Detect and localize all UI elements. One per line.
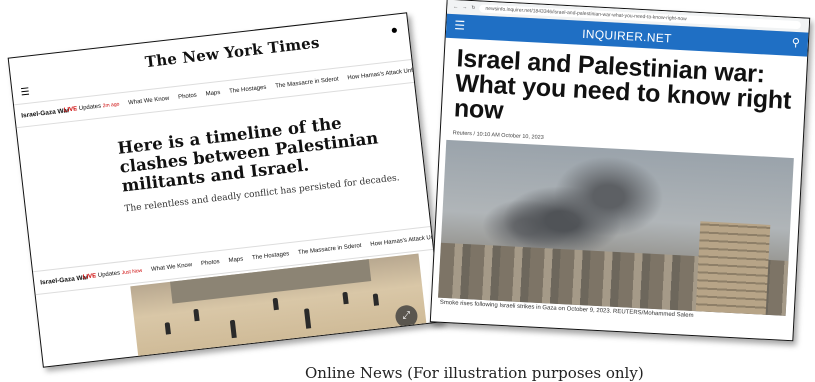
photo-figure [372, 293, 380, 306]
nav-item-maps[interactable]: Maps [228, 256, 243, 264]
live-updates-link[interactable]: LIVE Updates 2m ago [64, 101, 120, 113]
photo-figure [272, 297, 279, 311]
nav-item-massacre-sderot[interactable]: The Massacre in Sderot [275, 76, 339, 89]
nav-item-photos[interactable]: Photos [201, 259, 220, 267]
nav-item-what-we-know[interactable]: What We Know [151, 262, 193, 273]
updated-time: Just Now [121, 267, 143, 277]
search-icon[interactable]: ⚲ [792, 36, 801, 49]
inquirer-screenshot: ← → ↻ newsinfo.inquirer.net/1843346/isra… [429, 0, 811, 342]
nav-item-hamas-attack[interactable]: How Hamas's Attack Unfolded [347, 66, 428, 81]
inquirer-headline: Israel and Palestinian war: What you nee… [453, 44, 792, 125]
nav-item-hamas-attack[interactable]: How Hamas's Attack Unfolded [370, 233, 442, 248]
user-icon[interactable]: ● [390, 22, 399, 37]
live-badge: LIVE [63, 106, 78, 114]
photo-figure [193, 308, 200, 322]
nyt-screenshot: ☰ The New York Times ● Israel-Gaza War L… [7, 12, 443, 368]
back-icon[interactable]: ← [453, 4, 458, 10]
nav-item-what-we-know[interactable]: What We Know [128, 96, 170, 107]
photo-tower [695, 221, 771, 315]
illustration-caption: Online News (For illustration purposes o… [305, 364, 644, 382]
live-updates-link[interactable]: LIVE Updates Just Now [83, 268, 143, 281]
updated-time: 2m ago [102, 101, 120, 110]
forward-icon[interactable]: → [462, 5, 467, 11]
photo-figure [342, 291, 349, 305]
live-badge: LIVE [82, 273, 97, 281]
photo-figure [229, 319, 237, 339]
nav-item-massacre-sderot[interactable]: The Massacre in Sderot [298, 243, 362, 256]
gaza-smoke-photo [438, 139, 794, 316]
nav-item-maps[interactable]: Maps [205, 90, 220, 98]
hamburger-icon[interactable]: ☰ [20, 87, 30, 99]
nav-section-label[interactable]: Israel-Gaza War [21, 107, 70, 119]
nav-section-label[interactable]: Israel-Gaza War [40, 274, 89, 286]
inquirer-byline: Reuters / 10:10 AM October 10, 2023 [452, 130, 544, 141]
nav-item-hostages[interactable]: The Hostages [229, 85, 267, 95]
expand-icon[interactable]: ⤢ [394, 304, 419, 329]
nyt-masthead[interactable]: The New York Times [144, 33, 320, 71]
updates-label: Updates [97, 270, 121, 279]
photo-figure [164, 322, 171, 335]
photo-figure [303, 308, 312, 329]
nav-item-hostages[interactable]: The Hostages [252, 251, 290, 261]
nav-item-photos[interactable]: Photos [178, 93, 197, 101]
reload-icon[interactable]: ↻ [471, 5, 476, 11]
updates-label: Updates [78, 103, 102, 112]
